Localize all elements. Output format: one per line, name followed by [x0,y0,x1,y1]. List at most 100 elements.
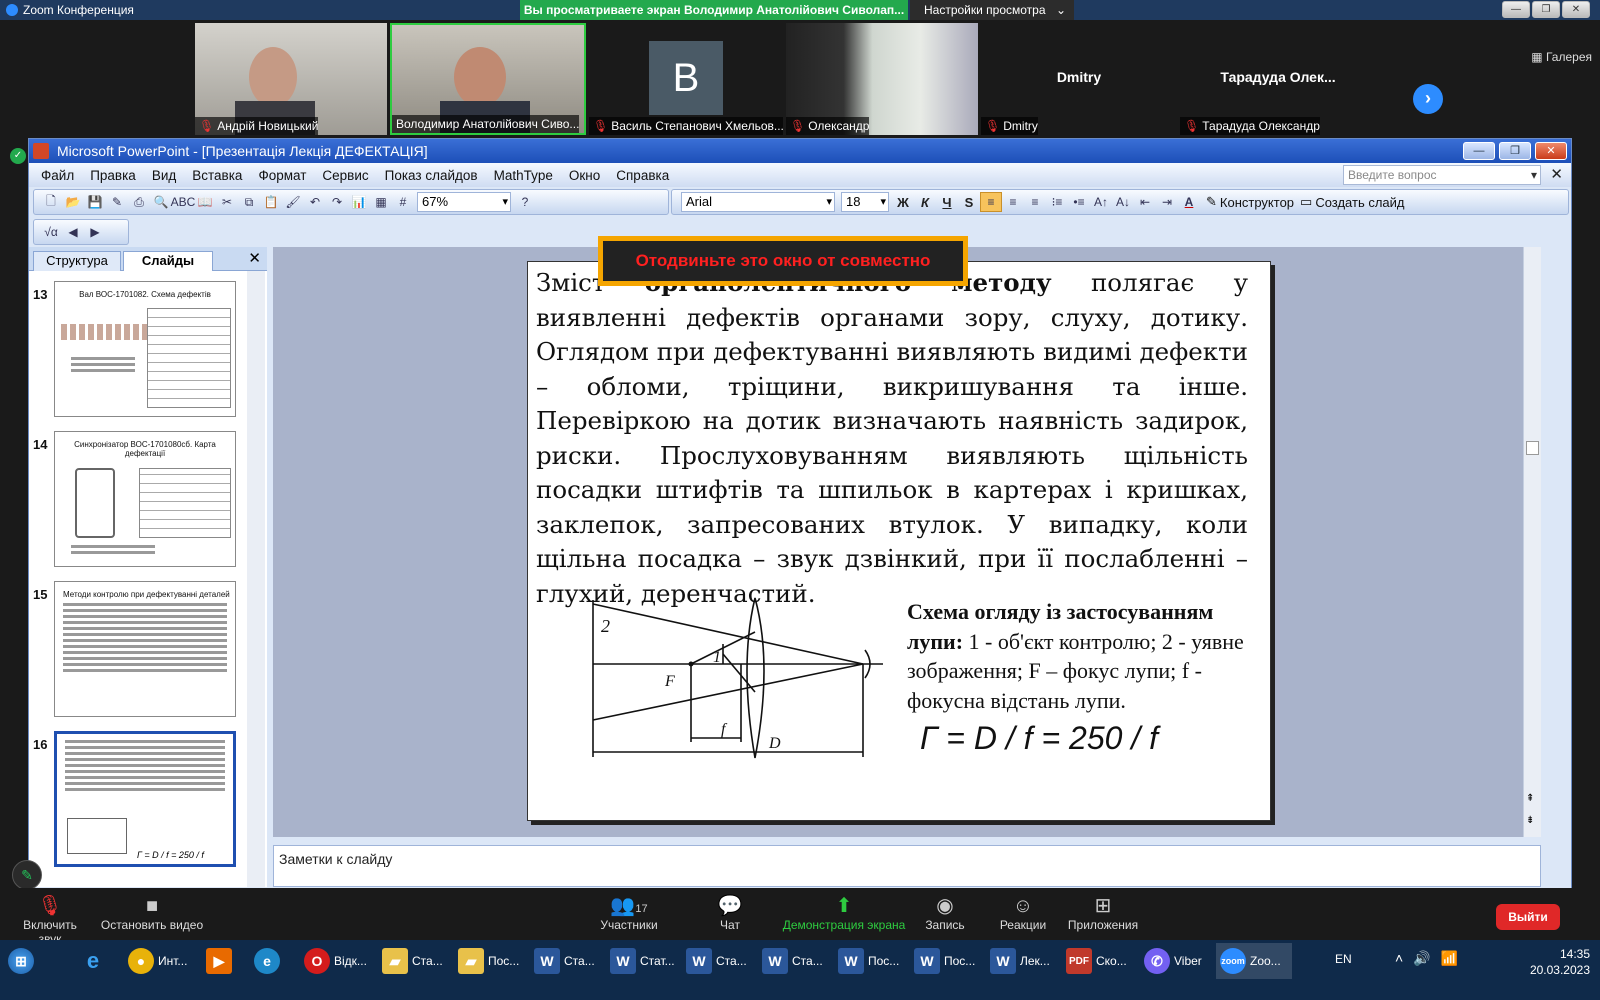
close-button[interactable]: ✕ [1562,1,1590,18]
taskbar-edge[interactable]: e [250,943,280,979]
participant-tile[interactable]: 🎙 Андрій Новицький [195,23,387,135]
ppt-close-button[interactable]: ✕ [1535,142,1567,160]
paste-icon[interactable]: 📋 [260,192,282,212]
reactions-button[interactable]: ☺ Реакции [998,894,1048,932]
new-icon[interactable]: 🗋 [40,192,62,212]
next-page-button[interactable]: › [1413,84,1443,114]
cut-icon[interactable]: ✂ [216,192,238,212]
slide-thumbnail[interactable]: Методи контролю при дефектуванні деталей [54,581,236,717]
chart-icon[interactable]: 📊 [348,192,370,212]
increase-indent-icon[interactable]: ⇥ [1156,192,1178,212]
gallery-view-button[interactable]: ▦ Галерея [1531,50,1592,64]
slide-thumbnail[interactable]: Вал ВОС-1701082. Схема дефектів [54,281,236,417]
clock[interactable]: 14:35 20.03.2023 [1530,946,1590,978]
share-screen-button[interactable]: ⬆ Демонстрация экрана [780,894,908,932]
unmute-button[interactable]: 🎙 Включить звук [10,894,90,946]
copy-icon[interactable]: ⧉ [238,192,260,212]
taskbar-word[interactable]: W Ста... [758,943,823,979]
zoom-combo[interactable]: 67% [417,192,511,212]
print-icon[interactable]: ⎙ [128,192,150,212]
menu-format[interactable]: Формат [258,168,306,183]
magnification-formula[interactable]: Г = D / f = 250 / f [920,720,1158,757]
taskbar-zoom[interactable]: zoom Zoo... [1216,943,1292,979]
next-slide-icon[interactable]: ⇟ [1526,815,1534,826]
arrow-right-icon[interactable]: ▶ [84,222,106,242]
ask-question-input[interactable]: Введите вопрос [1343,165,1541,185]
font-name-combo[interactable]: Arial [681,192,835,212]
menu-insert[interactable]: Вставка [192,168,242,183]
decrease-font-icon[interactable]: A↓ [1112,192,1134,212]
table-icon[interactable]: ▦ [370,192,392,212]
tab-outline[interactable]: Структура [33,251,121,271]
decrease-indent-icon[interactable]: ⇤ [1134,192,1156,212]
font-color-icon[interactable]: A [1178,192,1200,212]
record-button[interactable]: ◉ Запись [922,894,968,932]
underline-button[interactable]: Ч [936,195,958,210]
participant-tile[interactable]: Тарадуда Олек... 🎙 Тарадуда Олександр [1180,23,1376,135]
chat-button[interactable]: 💬 Чат [710,894,750,932]
help-icon[interactable]: ? [514,192,536,212]
restore-button[interactable]: ❐ [1532,1,1560,18]
undo-icon[interactable]: ↶ [304,192,326,212]
view-settings-button[interactable]: Настройки просмотра ⌄ [910,0,1074,20]
italic-button[interactable]: К [914,195,936,210]
arrow-left-icon[interactable]: ◀ [62,222,84,242]
menu-file[interactable]: Файл [41,168,74,183]
sqrt-icon[interactable]: √α [40,222,62,242]
slide-body-text[interactable]: Зміст органолептичного методу полягає у … [536,266,1248,611]
new-slide-button[interactable]: ▭ Создать слайд [1300,194,1404,210]
slide-thumbnail[interactable]: Синхронізатор ВОС-1701080сб. Карта дефек… [54,431,236,567]
numbering-icon[interactable]: ⁝≡ [1046,192,1068,212]
grid-icon[interactable]: # [392,192,414,212]
taskbar-chrome[interactable]: ● Инт... [124,943,187,979]
participants-button[interactable]: 👥17 Участники [596,894,662,932]
start-button[interactable]: ⊞ [4,943,34,979]
participant-tile-active[interactable]: Володимир Анатолійович Сиво... [390,23,586,135]
research-icon[interactable]: 📖 [194,192,216,212]
shadow-button[interactable]: S [958,195,980,210]
menu-mathtype[interactable]: MathType [494,168,553,183]
prev-slide-icon[interactable]: ⇞ [1526,793,1534,804]
increase-font-icon[interactable]: A↑ [1090,192,1112,212]
panel-scrollbar[interactable] [247,271,265,887]
ppt-minimize-button[interactable]: — [1463,142,1495,160]
apps-button[interactable]: ⊞ Приложения [1066,894,1140,932]
align-right-icon[interactable]: ≡ [1024,192,1046,212]
font-size-combo[interactable]: 18 [841,192,889,212]
slide-scrollbar[interactable]: ⇞ ⇟ [1523,247,1541,837]
redo-icon[interactable]: ↷ [326,192,348,212]
taskbar-word[interactable]: W Пос... [834,943,899,979]
save-icon[interactable]: 💾 [84,192,106,212]
diagram-caption[interactable]: Схема огляду із застосуванням лупи: 1 - … [907,597,1257,715]
panel-close-icon[interactable]: ✕ [248,249,261,267]
preview-icon[interactable]: 🔍 [150,192,172,212]
slide-thumbnail-selected[interactable]: Г = D / f = 250 / f [54,731,236,867]
tab-slides[interactable]: Слайды [123,251,213,271]
align-center-icon[interactable]: ≡ [1002,192,1024,212]
menu-service[interactable]: Сервис [322,168,368,183]
participant-tile[interactable]: Dmitry 🎙 Dmitry [981,23,1177,135]
taskbar-pdf[interactable]: PDF Ско... [1062,943,1127,979]
taskbar-folder[interactable]: ▰ Пос... [454,943,519,979]
menu-view[interactable]: Вид [152,168,176,183]
chevron-up-icon[interactable]: ˄ [1395,950,1403,967]
menu-help[interactable]: Справка [616,168,669,183]
taskbar-media[interactable]: ▶ [202,943,232,979]
taskbar-word[interactable]: W Ста... [682,943,747,979]
open-icon[interactable]: 📂 [62,192,84,212]
taskbar-opera[interactable]: O Відк... [300,943,367,979]
doc-close-icon[interactable]: ✕ [1550,165,1563,183]
menu-window[interactable]: Окно [569,168,600,183]
menu-edit[interactable]: Правка [90,168,136,183]
taskbar-word[interactable]: W Ста... [530,943,595,979]
bullets-icon[interactable]: •≡ [1068,192,1090,212]
menu-slideshow[interactable]: Показ слайдов [385,168,478,183]
ppt-restore-button[interactable]: ❐ [1499,142,1531,160]
stop-video-button[interactable]: ■ Остановить видео [100,894,204,932]
taskbar-word[interactable]: W Пос... [910,943,975,979]
notes-pane[interactable]: Заметки к слайду [273,845,1541,887]
taskbar-word[interactable]: W Лек... [986,943,1050,979]
taskbar-folder[interactable]: ▰ Ста... [378,943,443,979]
network-icon[interactable]: 📶 [1441,950,1458,967]
spelling-icon[interactable]: ABC [171,192,196,212]
